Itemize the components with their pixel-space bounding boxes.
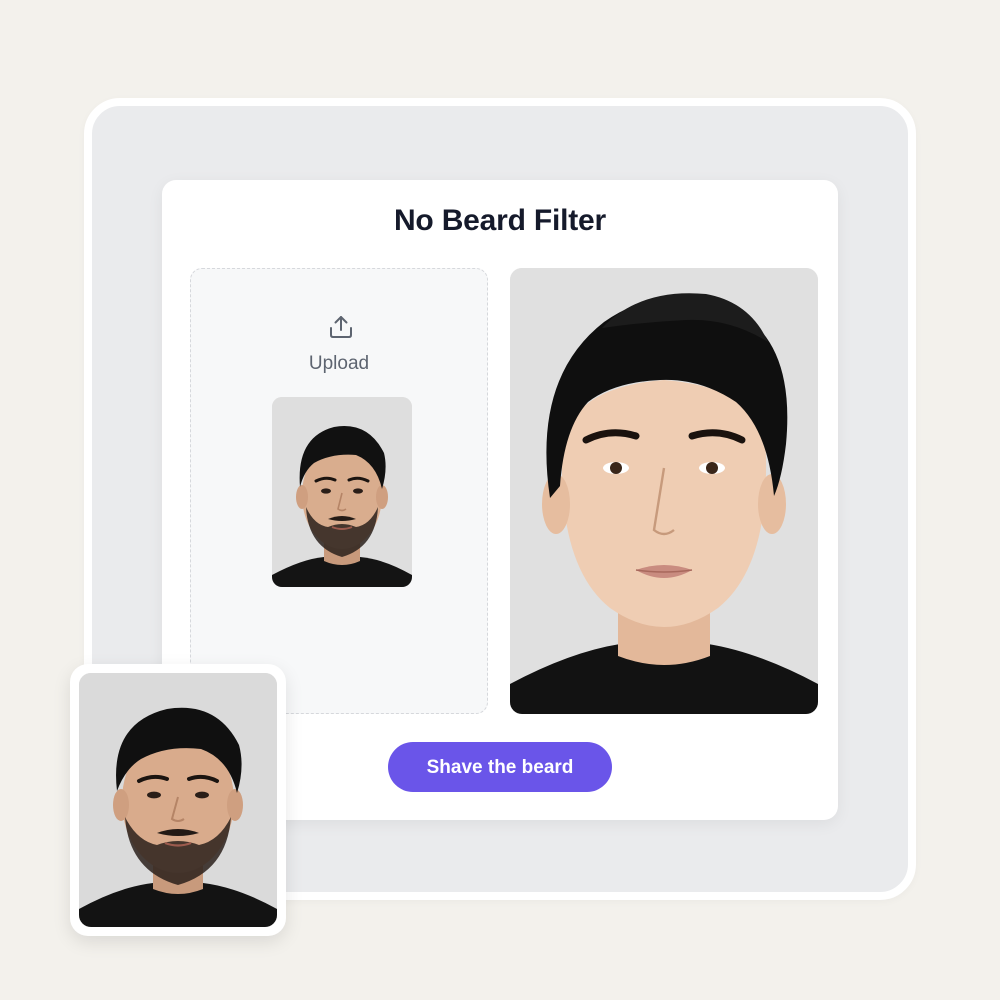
shave-beard-button[interactable]: Shave the beard: [388, 742, 612, 792]
upload-icon[interactable]: [327, 313, 355, 341]
source-photo: [79, 673, 277, 927]
page-title: No Beard Filter: [393, 204, 607, 237]
page-canvas: No Beard Filter Upload Shave the beard: [0, 0, 1000, 1000]
upload-preview-image: [272, 397, 412, 587]
upload-label: Upload: [308, 353, 370, 374]
upload-dropzone[interactable]: Upload: [190, 268, 488, 714]
source-photo-card: [70, 664, 286, 936]
result-image: [510, 268, 818, 714]
